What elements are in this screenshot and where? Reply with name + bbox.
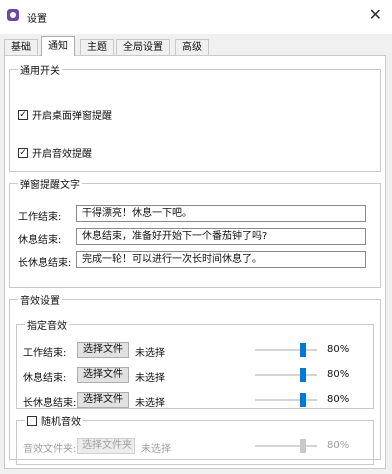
work-end-file-status: 未选择 [135, 348, 165, 359]
specified-sound-group: 指定音效 工作结束: 选择文件 未选择 80% 休息结束: 选择文件 未选择 8… [16, 317, 374, 409]
break-end-volume-slider[interactable] [255, 368, 317, 382]
sound-settings-legend: 音效设置 [20, 296, 60, 307]
general-switches-group: 通用开关 ✓ 开启桌面弹窗提醒 ✓ 开启音效提醒 [9, 62, 381, 172]
long-break-end-text-input[interactable]: 完成一轮！可以进行一次长时间休息了。 [76, 251, 366, 268]
random-sound-group: 随机音效 音效文件夹: 选择文件夹 未选择 80% [16, 413, 374, 465]
slider-thumb[interactable] [300, 439, 306, 453]
slider-thumb[interactable] [300, 343, 306, 357]
long-break-end-text-label: 长休息结束: [18, 258, 72, 269]
desktop-popup-checkbox[interactable]: ✓ 开启桌面弹窗提醒 [18, 107, 112, 122]
sound-settings-group: 音效设置 指定音效 工作结束: 选择文件 未选择 80% 休息结束: 选择文件 … [9, 292, 381, 465]
checkmark-icon: ✓ [18, 109, 28, 120]
checkmark-icon: ✓ [18, 147, 28, 158]
slider-track [255, 399, 317, 401]
long-break-end-choose-file-button[interactable]: 选择文件 [77, 392, 129, 408]
long-break-end-sound-label: 长休息结束: [23, 398, 77, 409]
random-sound-legend: 随机音效 [25, 413, 83, 428]
random-sound-checkbox[interactable]: 随机音效 [27, 413, 81, 428]
popup-text-legend: 弹窗提醒文字 [20, 180, 80, 191]
title-bar: 设置 ✕ [0, 0, 392, 34]
window-title: 设置 [27, 14, 47, 25]
long-break-end-volume-slider[interactable] [255, 393, 317, 407]
break-end-choose-file-button[interactable]: 选择文件 [77, 367, 129, 383]
tab-notification[interactable]: 通知 [41, 36, 75, 56]
random-volume-value: 80% [327, 440, 350, 451]
slider-track [255, 374, 317, 376]
slider-track [255, 445, 317, 447]
sound-reminder-checkbox[interactable]: ✓ 开启音效提醒 [18, 145, 92, 160]
tab-theme[interactable]: 主题 [80, 39, 114, 55]
slider-track [255, 349, 317, 351]
random-volume-slider[interactable] [255, 439, 317, 453]
folder-status: 未选择 [141, 444, 171, 455]
app-logo-icon [7, 9, 19, 21]
long-break-end-volume-value: 80% [327, 394, 350, 405]
sound-reminder-label: 开启音效提醒 [32, 149, 92, 160]
work-end-sound-label: 工作结束: [23, 348, 67, 359]
sound-folder-label: 音效文件夹: [23, 444, 77, 455]
notification-panel: 通用开关 ✓ 开启桌面弹窗提醒 ✓ 开启音效提醒 弹窗提醒文字 工作结束: 干得… [4, 55, 386, 469]
break-end-file-status: 未选择 [135, 373, 165, 384]
random-sound-checkbox-box[interactable] [27, 415, 37, 426]
work-end-choose-file-button[interactable]: 选择文件 [77, 342, 129, 358]
random-sound-label: 随机音效 [41, 417, 81, 428]
tab-advanced[interactable]: 高级 [175, 39, 209, 55]
break-end-text-label: 休息结束: [18, 235, 62, 246]
close-icon[interactable]: ✕ [369, 6, 382, 24]
popup-text-group: 弹窗提醒文字 工作结束: 干得漂亮！休息一下吧。 休息结束: 休息结束，准备好开… [9, 176, 381, 288]
work-end-volume-value: 80% [327, 344, 350, 355]
general-switches-legend: 通用开关 [20, 66, 60, 77]
slider-thumb[interactable] [300, 368, 306, 382]
long-break-end-file-status: 未选择 [135, 398, 165, 409]
work-end-text-label: 工作结束: [18, 212, 62, 223]
break-end-sound-label: 休息结束: [23, 373, 67, 384]
choose-folder-button[interactable]: 选择文件夹 [77, 438, 135, 454]
tab-basic[interactable]: 基础 [4, 39, 38, 55]
specified-sound-legend: 指定音效 [27, 321, 67, 332]
break-end-volume-value: 80% [327, 369, 350, 380]
work-end-text-input[interactable]: 干得漂亮！休息一下吧。 [76, 205, 366, 222]
slider-thumb[interactable] [300, 393, 306, 407]
tab-global-settings[interactable]: 全局设置 [116, 39, 170, 55]
break-end-text-input[interactable]: 休息结束，准备好开始下一个番茄钟了吗? [76, 228, 366, 245]
work-end-volume-slider[interactable] [255, 343, 317, 357]
desktop-popup-label: 开启桌面弹窗提醒 [32, 111, 112, 122]
